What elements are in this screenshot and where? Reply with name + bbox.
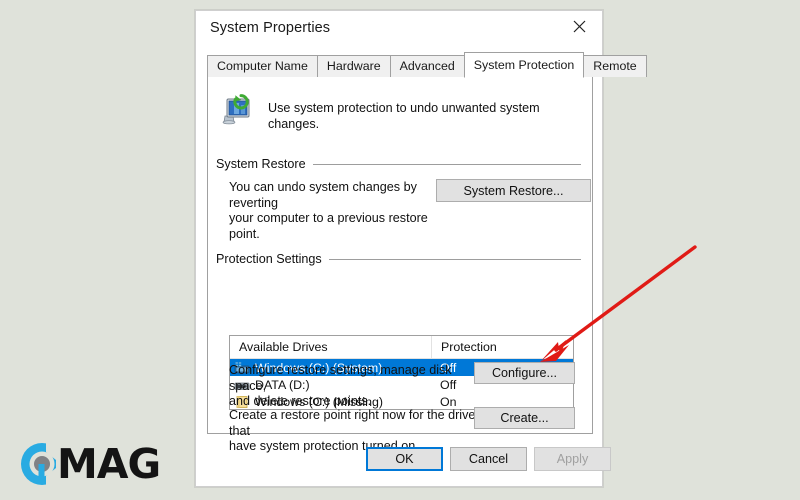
intro-text: Use system protection to undo unwanted s… [268,101,540,131]
system-properties-dialog: System Properties Computer Name Hardware… [195,10,647,487]
system-restore-description-line2: your computer to a previous restore poin… [229,211,428,241]
ok-button[interactable]: OK [366,447,443,471]
tab-advanced[interactable]: Advanced [389,55,465,77]
watermark-logo: MAG [16,438,161,490]
system-protection-tab-page: Use system protection to undo unwanted s… [207,77,593,453]
system-restore-description: You can undo system changes by reverting… [229,180,459,242]
group-divider-line [328,258,581,260]
column-header-available-drives[interactable]: Available Drives [230,340,431,354]
system-restore-group-header: System Restore [216,157,581,171]
tab-system-protection[interactable]: System Protection [463,52,585,78]
column-header-protection[interactable]: Protection [431,336,573,358]
system-restore-button[interactable]: System Restore... [436,179,591,202]
system-restore-description-line1: You can undo system changes by reverting [229,180,417,210]
configure-description: Configure restore settings, manage disk … [229,363,474,410]
tab-hardware[interactable]: Hardware [316,55,391,77]
close-icon [573,20,586,33]
protection-settings-group-label: Protection Settings [216,252,322,266]
watermark-logo-text: MAG [57,439,161,488]
system-protection-icon [222,94,250,125]
apply-button: Apply [534,447,611,471]
window-title: System Properties [210,20,331,36]
dialog-footer: OK Cancel Apply [196,434,611,486]
tab-strip: Computer Name Hardware Advanced System P… [207,52,647,78]
tab-remote[interactable]: Remote [583,55,647,77]
group-divider-line [312,163,581,165]
close-button[interactable] [557,11,602,42]
create-button[interactable]: Create... [474,407,575,429]
system-restore-group-label: System Restore [216,157,306,171]
cancel-button[interactable]: Cancel [450,447,527,471]
tab-computer-name[interactable]: Computer Name [207,55,318,77]
configure-button[interactable]: Configure... [474,362,575,384]
drives-list-header: Available Drives Protection [230,336,573,359]
title-bar: System Properties [196,11,602,45]
intro-row: Use system protection to undo unwanted s… [216,92,580,132]
protection-settings-group-header: Protection Settings [216,252,581,266]
configure-description-line1: Configure restore settings, manage disk … [229,363,452,393]
